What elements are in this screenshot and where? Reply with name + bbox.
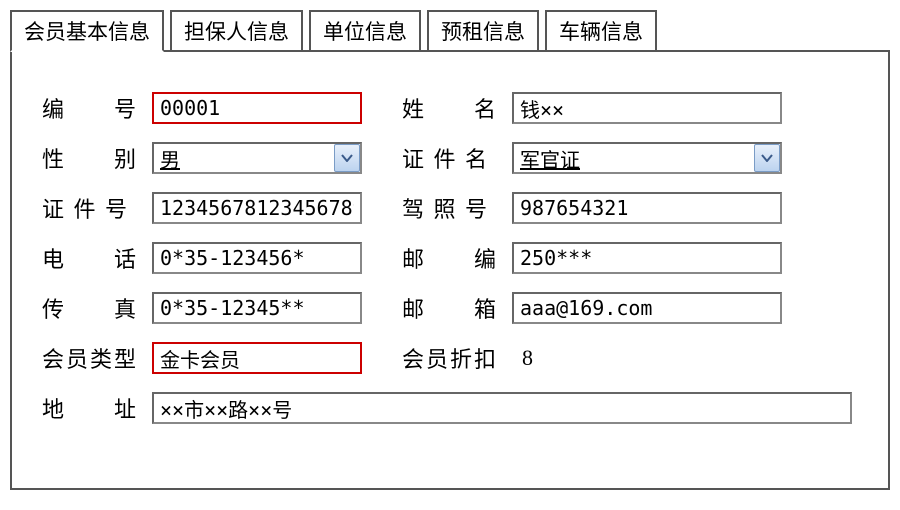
postcode-label: 邮 编 bbox=[402, 242, 512, 274]
tabs-bar: 会员基本信息 担保人信息 单位信息 预租信息 车辆信息 bbox=[10, 10, 890, 52]
address-label: 地 址 bbox=[42, 392, 152, 424]
tab-vehicle[interactable]: 车辆信息 bbox=[545, 10, 657, 52]
license-no-input[interactable] bbox=[512, 192, 782, 224]
member-type-input[interactable] bbox=[152, 342, 362, 374]
chevron-down-icon[interactable] bbox=[754, 144, 780, 172]
email-input[interactable] bbox=[512, 292, 782, 324]
tab-guarantor[interactable]: 担保人信息 bbox=[170, 10, 303, 52]
tab-member-basic[interactable]: 会员基本信息 bbox=[10, 10, 164, 52]
tab-company[interactable]: 单位信息 bbox=[309, 10, 421, 52]
discount-value: 8 bbox=[522, 345, 533, 371]
fax-label: 传 真 bbox=[42, 292, 152, 324]
tab-prerent[interactable]: 预租信息 bbox=[427, 10, 539, 52]
gender-label: 性 别 bbox=[42, 142, 152, 174]
member-type-label: 会员类型 bbox=[42, 342, 152, 374]
form-panel: 编 号 姓 名 性 别 证 件 名 bbox=[10, 50, 890, 490]
fax-input[interactable] bbox=[152, 292, 362, 324]
doc-type-select[interactable] bbox=[512, 142, 782, 174]
doc-no-label: 证 件 号 bbox=[42, 192, 152, 224]
gender-select[interactable] bbox=[152, 142, 362, 174]
phone-label: 电 话 bbox=[42, 242, 152, 274]
doc-type-label: 证 件 名 bbox=[402, 142, 512, 174]
id-input[interactable] bbox=[152, 92, 362, 124]
name-input[interactable] bbox=[512, 92, 782, 124]
doc-no-input[interactable] bbox=[152, 192, 362, 224]
id-label: 编 号 bbox=[42, 92, 152, 124]
address-input[interactable] bbox=[152, 392, 852, 424]
email-label: 邮 箱 bbox=[402, 292, 512, 324]
postcode-input[interactable] bbox=[512, 242, 782, 274]
chevron-down-icon[interactable] bbox=[334, 144, 360, 172]
name-label: 姓 名 bbox=[402, 92, 512, 124]
license-no-label: 驾 照 号 bbox=[402, 192, 512, 224]
phone-input[interactable] bbox=[152, 242, 362, 274]
discount-label: 会员折扣 bbox=[402, 342, 512, 374]
